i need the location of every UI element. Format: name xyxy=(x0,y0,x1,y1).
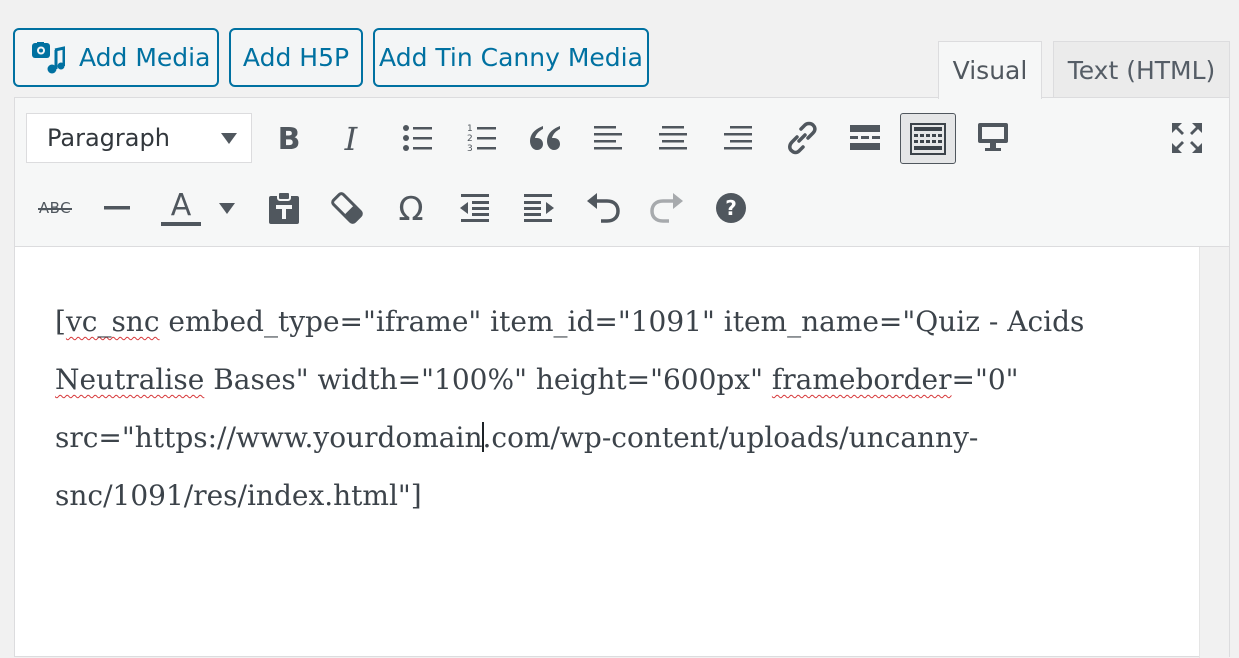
fullscreen-button[interactable] xyxy=(1169,120,1205,156)
text-color-button[interactable]: A xyxy=(159,186,203,230)
numbered-list-icon: 1 2 3 xyxy=(467,124,496,153)
tab-visual-label: Visual xyxy=(952,56,1028,85)
special-character-icon: Ω xyxy=(398,188,424,228)
blockquote-icon xyxy=(530,126,560,150)
redo-button[interactable] xyxy=(647,188,687,228)
media-icon xyxy=(31,41,65,74)
fullscreen-icon xyxy=(1172,123,1202,153)
content-line-4: snc/1091/res/index.html"] xyxy=(55,479,422,512)
bold-icon: B xyxy=(277,121,301,157)
spellcheck-word: vc_snc xyxy=(65,305,160,338)
strikethrough-icon: ABC xyxy=(37,199,73,217)
numbered-list-button[interactable]: 1 2 3 xyxy=(463,120,499,156)
read-more-button[interactable] xyxy=(847,120,883,156)
add-tin-canny-media-button[interactable]: Add Tin Canny Media xyxy=(373,28,649,87)
editor-frame: Paragraph B I 1 2 3 ABC A Ω ? [vc_snc em… xyxy=(14,97,1230,658)
svg-text:1: 1 xyxy=(467,124,473,134)
align-right-button[interactable] xyxy=(719,120,755,156)
tab-visual[interactable]: Visual xyxy=(938,41,1042,99)
bold-button[interactable]: B xyxy=(271,119,307,159)
editor-scrollbar[interactable] xyxy=(1199,247,1229,658)
blockquote-button[interactable] xyxy=(527,120,563,156)
format-select-value: Paragraph xyxy=(47,124,170,152)
paste-as-text-button[interactable] xyxy=(266,188,302,228)
chevron-down-icon xyxy=(221,133,237,144)
add-h5p-label: Add H5P xyxy=(242,43,350,72)
undo-button[interactable] xyxy=(583,188,623,228)
link-icon xyxy=(788,121,817,155)
content-line-3: src="https://www.yourdomain.com/wp-conte… xyxy=(55,421,979,454)
outdent-icon xyxy=(460,194,489,222)
add-h5p-button[interactable]: Add H5P xyxy=(229,28,363,87)
tab-text-label: Text (HTML) xyxy=(1067,55,1216,85)
spellcheck-word: frameborder xyxy=(771,363,952,396)
clear-formatting-button[interactable] xyxy=(329,188,365,228)
toolbar-toggle-icon xyxy=(910,122,946,155)
redo-icon xyxy=(650,193,683,223)
indent-icon xyxy=(524,194,554,222)
strikethrough-button[interactable]: ABC xyxy=(33,190,77,226)
help-button[interactable]: ? xyxy=(713,190,749,226)
align-right-icon xyxy=(724,126,752,150)
align-left-icon xyxy=(594,126,622,150)
italic-icon: I xyxy=(344,120,358,158)
text-color-dropdown[interactable] xyxy=(217,196,237,220)
fullscreen-preview-icon xyxy=(978,123,1008,151)
spellcheck-word: Neutralise xyxy=(55,363,205,396)
format-select[interactable]: Paragraph xyxy=(26,113,252,163)
align-left-button[interactable] xyxy=(591,120,627,156)
preview-button[interactable] xyxy=(975,120,1011,156)
help-icon: ? xyxy=(716,193,746,223)
tab-text-html[interactable]: Text (HTML) xyxy=(1053,41,1230,99)
content-line-1: [vc_snc embed_type="iframe" item_id="109… xyxy=(55,305,1085,338)
content-line-2: Neutralise Bases" width="100%" height="6… xyxy=(55,363,1019,396)
horizontal-line-icon xyxy=(104,206,130,210)
bulleted-list-icon xyxy=(403,125,432,151)
svg-text:3: 3 xyxy=(467,144,473,153)
horizontal-line-button[interactable] xyxy=(99,190,135,226)
text-color-icon: A xyxy=(161,190,201,226)
align-center-icon xyxy=(659,126,687,150)
paste-as-text-icon xyxy=(269,191,299,224)
svg-text:2: 2 xyxy=(467,134,473,144)
toolbar-toggle-button[interactable] xyxy=(900,113,956,164)
add-tin-canny-label: Add Tin Canny Media xyxy=(379,43,643,72)
align-center-button[interactable] xyxy=(655,120,691,156)
italic-button[interactable]: I xyxy=(333,119,369,159)
bulleted-list-button[interactable] xyxy=(399,120,435,156)
special-character-button[interactable]: Ω xyxy=(393,188,429,228)
undo-icon xyxy=(587,193,620,223)
editor-toolbar: Paragraph B I 1 2 3 ABC A Ω ? xyxy=(15,98,1229,247)
read-more-icon xyxy=(850,125,880,150)
add-media-button[interactable]: Add Media xyxy=(13,28,219,87)
indent-button[interactable] xyxy=(521,190,557,226)
clear-formatting-icon xyxy=(331,192,363,224)
outdent-button[interactable] xyxy=(457,190,493,226)
add-media-label: Add Media xyxy=(79,43,211,72)
text-color-dropdown-icon xyxy=(219,202,235,214)
insert-link-button[interactable] xyxy=(782,118,822,158)
editor-content[interactable]: [vc_snc embed_type="iframe" item_id="109… xyxy=(55,293,1165,525)
